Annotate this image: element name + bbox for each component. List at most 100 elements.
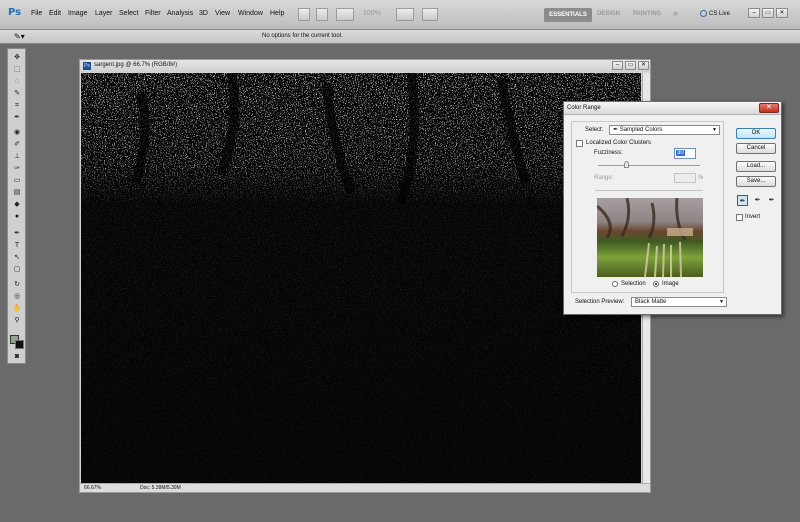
document-title: sargent.jpg @ 66.7% (RGB/8#) [94,62,178,68]
chevron-down-icon: ▼ [719,299,724,305]
dodge-tool-icon[interactable]: ● [11,212,23,221]
workspace-painting[interactable]: PAINTING [633,11,661,17]
view-extras-button[interactable] [336,8,354,21]
app-minimize-icon[interactable]: – [748,8,760,18]
move-tool-icon[interactable]: ✥ [11,53,23,62]
healing-brush-tool-icon[interactable]: ◉ [11,128,23,137]
menu-help[interactable]: Help [270,10,284,17]
photoshop-logo: Ps [8,7,22,18]
eyedropper-icon[interactable]: ✒ [737,195,748,206]
localized-clusters-label: Localized Color Clusters [586,140,652,146]
background-color-swatch[interactable] [15,340,24,349]
status-doc-size: Doc: 5.39M/5.39M [140,485,181,491]
dialog-close-icon[interactable]: ✕ [759,103,779,113]
fuzziness-value: 30 [676,150,685,156]
quick-select-tool-icon[interactable]: ✎▾ [14,32,25,41]
options-bar: ✎▾ No options for the current tool. [0,30,800,44]
quick-selection-tool-icon[interactable]: ✎ [11,89,23,98]
history-brush-tool-icon[interactable]: ✑ [11,164,23,173]
selection-radio-label: Selection [621,281,646,287]
settings-group: Select: ✒ Sampled Colors ▼ Localized Col… [571,121,724,293]
screen-mode-button[interactable] [422,8,438,21]
eyedropper-tool-icon[interactable]: ✒ [11,113,23,122]
status-bar: 66.67% Doc: 5.39M/5.39M [80,483,650,492]
ok-button[interactable]: OK [736,128,776,139]
lasso-tool-icon[interactable]: ◌ [11,77,23,86]
status-zoom[interactable]: 66.67% [84,485,101,491]
launch-minibridge-button[interactable] [316,8,328,21]
sampled-colors-eyedropper-icon: ✒ [613,127,620,133]
menu-view[interactable]: View [215,10,230,17]
pen-tool-icon[interactable]: ✒ [11,229,23,238]
add-to-sample-eyedropper-icon[interactable]: ✒ [752,195,763,206]
app-restore-icon[interactable]: ▭ [762,8,774,18]
range-unit: % [698,175,704,181]
load-button[interactable]: Load... [736,161,776,172]
cs-live-button[interactable]: CS Live [700,10,730,17]
menu-image[interactable]: Image [68,10,87,17]
crop-tool-icon[interactable]: ⌗ [11,101,23,110]
shape-tool-icon[interactable]: ▢ [11,265,23,274]
zoom-tool-icon[interactable]: ⚲ [11,316,23,325]
arrange-documents-button[interactable] [396,8,414,21]
fuzziness-label: Fuzziness: [594,150,623,156]
workspace-more-icon[interactable]: » [673,8,678,18]
fuzziness-slider-thumb[interactable] [624,161,629,168]
clone-stamp-tool-icon[interactable]: ⊥ [11,152,23,161]
quick-mask-icon[interactable]: ◙ [11,352,23,361]
menu-window[interactable]: Window [238,10,263,17]
workspace-design[interactable]: DESIGN [597,11,620,17]
selection-radio[interactable] [612,281,618,287]
color-range-dialog: Color Range ✕ Select: ✒ Sampled Colors ▼… [563,101,782,315]
menu-3d[interactable]: 3D [199,10,208,17]
menu-layer[interactable]: Layer [95,10,113,17]
fuzziness-input[interactable]: 30 [674,148,696,159]
blur-tool-icon[interactable]: ◆ [11,200,23,209]
eraser-tool-icon[interactable]: ▭ [11,176,23,185]
marquee-tool-icon[interactable]: ⬚ [11,65,23,74]
menu-bar: Ps File Edit Image Layer Select Filter A… [0,0,800,30]
cancel-button[interactable]: Cancel [736,143,776,154]
document-title-bar[interactable]: Ps sargent.jpg @ 66.7% (RGB/8#) – ▭ ✕ [80,60,650,72]
menu-select[interactable]: Select [119,10,138,17]
workspace-essentials[interactable]: ESSENTIALS [544,8,592,22]
selection-preview-dropdown[interactable]: Black Matte ▼ [631,297,727,307]
document-canvas[interactable] [81,73,641,483]
cs-live-icon [700,10,707,17]
chevron-down-icon: ▼ [712,127,717,133]
doc-restore-icon[interactable]: ▭ [625,61,636,70]
options-message: No options for the current tool. [262,33,343,39]
subtract-from-sample-eyedropper-icon[interactable]: ✒ [766,195,777,206]
slider-divider [595,190,703,191]
selection-preview-label: Selection Preview: [575,299,625,305]
color-range-preview[interactable] [597,198,703,277]
invert-label: Invert [745,214,761,220]
localized-clusters-checkbox[interactable] [576,140,583,147]
document-ps-icon: Ps [83,62,91,70]
3d-orbit-tool-icon[interactable]: ◎ [11,292,23,301]
gradient-tool-icon[interactable]: ▤ [11,188,23,197]
doc-minimize-icon[interactable]: – [612,61,623,70]
selection-preview-value: Black Matte [635,299,667,305]
save-button[interactable]: Save... [736,176,776,187]
image-radio[interactable] [653,281,659,287]
dialog-title-bar[interactable]: Color Range ✕ [564,102,781,115]
zoom-level-readout[interactable]: 100% [363,10,381,17]
menu-analysis[interactable]: Analysis [167,10,193,17]
brush-tool-icon[interactable]: ✐ [11,140,23,149]
toolbox: ✥ ⬚ ◌ ✎ ⌗ ✒ ◉ ✐ ⊥ ✑ ▭ ▤ ◆ ● ✒ T ↖ ▢ ↻ ◎ … [7,48,26,364]
launch-bridge-button[interactable] [298,8,310,21]
3d-rotate-tool-icon[interactable]: ↻ [11,280,23,289]
select-dropdown[interactable]: ✒ Sampled Colors ▼ [609,125,720,135]
select-label: Select: [585,127,604,133]
path-selection-tool-icon[interactable]: ↖ [11,253,23,262]
hand-tool-icon[interactable]: ✋ [11,304,23,313]
type-tool-icon[interactable]: T [11,241,23,250]
menu-edit[interactable]: Edit [49,10,61,17]
menu-file[interactable]: File [31,10,42,17]
app-close-icon[interactable]: ✕ [776,8,788,18]
menu-filter[interactable]: Filter [145,10,161,17]
doc-close-icon[interactable]: ✕ [638,61,649,70]
fuzziness-slider-track[interactable] [598,165,700,166]
invert-checkbox[interactable] [736,214,743,221]
